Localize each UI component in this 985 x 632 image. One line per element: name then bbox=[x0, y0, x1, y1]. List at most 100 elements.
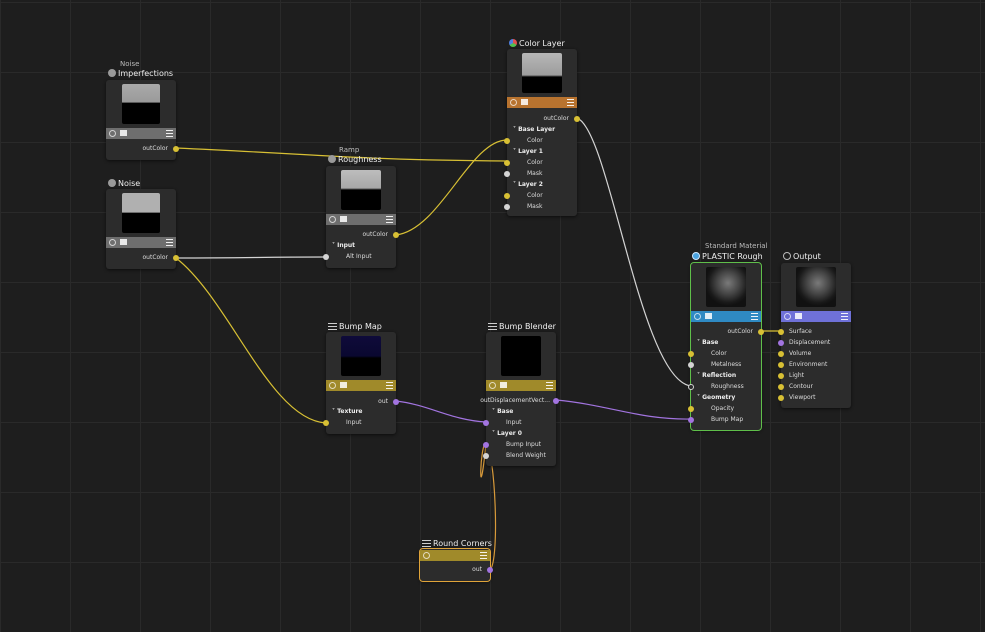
out-port-label: outColor bbox=[727, 328, 754, 335]
bump-map-title[interactable]: Bump Map bbox=[328, 322, 382, 331]
node-type-icon[interactable] bbox=[510, 99, 517, 106]
node-type-icon[interactable] bbox=[784, 313, 791, 320]
group-geometry[interactable]: ˅ Geometry bbox=[697, 394, 735, 401]
base-color-socket[interactable] bbox=[504, 138, 510, 144]
node-toolbar[interactable] bbox=[420, 550, 490, 561]
image-icon[interactable] bbox=[340, 382, 347, 388]
light-socket[interactable] bbox=[778, 373, 784, 379]
bump-input-socket[interactable] bbox=[483, 442, 489, 448]
image-icon[interactable] bbox=[120, 130, 127, 136]
image-icon[interactable] bbox=[500, 382, 507, 388]
plastic-rough-node[interactable]: outColor ˅ Base Color Metalness ˅ Reflec… bbox=[688, 262, 764, 431]
opacity-label: Opacity bbox=[711, 405, 735, 412]
round-corners-title[interactable]: Round Corners bbox=[422, 539, 492, 548]
alt-input-socket[interactable] bbox=[323, 254, 329, 260]
color-layer-node[interactable]: outColor ˅ Base Layer Color ˅ Layer 1 Co… bbox=[504, 49, 580, 216]
environment-socket[interactable] bbox=[778, 362, 784, 368]
out-socket[interactable] bbox=[173, 146, 179, 152]
bump-map-socket[interactable] bbox=[688, 417, 694, 423]
layer2-color-socket[interactable] bbox=[504, 193, 510, 199]
surface-socket[interactable] bbox=[778, 329, 784, 335]
contour-socket[interactable] bbox=[778, 384, 784, 390]
group-base[interactable]: ˅ Base bbox=[697, 339, 718, 346]
opacity-socket[interactable] bbox=[688, 406, 694, 412]
group-layer-2[interactable]: ˅ Layer 2 bbox=[513, 181, 543, 188]
node-toolbar[interactable] bbox=[781, 311, 851, 322]
noise-title[interactable]: Noise bbox=[108, 179, 140, 188]
bump-blender-node[interactable]: outDisplacementVect... ˅ Base Input ˅ La… bbox=[480, 332, 559, 466]
preview-thumbnail bbox=[522, 53, 562, 93]
plastic-title[interactable]: PLASTIC Rough bbox=[692, 252, 763, 261]
menu-icon[interactable] bbox=[751, 313, 758, 320]
input-socket[interactable] bbox=[483, 420, 489, 426]
bump-blender-title[interactable]: Bump Blender bbox=[488, 322, 556, 331]
out-socket[interactable] bbox=[487, 567, 493, 573]
noise-node[interactable]: outColor bbox=[106, 189, 179, 269]
imperfections-title[interactable]: Imperfections bbox=[108, 69, 173, 78]
node-type-icon[interactable] bbox=[423, 552, 430, 559]
out-socket[interactable] bbox=[393, 399, 399, 405]
image-icon[interactable] bbox=[120, 239, 127, 245]
metalness-socket[interactable] bbox=[688, 362, 694, 368]
image-icon[interactable] bbox=[705, 313, 712, 319]
layer2-mask-socket[interactable] bbox=[504, 204, 510, 210]
node-type-icon[interactable] bbox=[109, 130, 116, 137]
menu-icon[interactable] bbox=[567, 99, 574, 106]
preview-thumbnail bbox=[341, 170, 381, 210]
group-layer-1[interactable]: ˅ Layer 1 bbox=[513, 148, 543, 155]
node-toolbar[interactable] bbox=[691, 311, 761, 322]
out-socket[interactable] bbox=[173, 255, 179, 261]
out-socket[interactable] bbox=[758, 329, 764, 335]
node-type-icon[interactable] bbox=[694, 313, 701, 320]
node-type-icon[interactable] bbox=[329, 216, 336, 223]
roughness-socket[interactable] bbox=[688, 384, 694, 390]
group-input[interactable]: ˅ Input bbox=[332, 242, 355, 249]
roughness-title[interactable]: Roughness bbox=[328, 155, 382, 164]
menu-icon[interactable] bbox=[166, 130, 173, 137]
bump-map-node[interactable]: out ˅ Texture Input bbox=[323, 332, 399, 434]
node-toolbar[interactable] bbox=[507, 97, 577, 108]
volume-socket[interactable] bbox=[778, 351, 784, 357]
node-type-icon[interactable] bbox=[329, 382, 336, 389]
viewport-socket[interactable] bbox=[778, 395, 784, 401]
group-base[interactable]: ˅ Base bbox=[492, 408, 513, 415]
layer1-mask-socket[interactable] bbox=[504, 171, 510, 177]
input-socket[interactable] bbox=[323, 420, 329, 426]
menu-icon[interactable] bbox=[546, 382, 553, 389]
color-layer-title[interactable]: Color Layer bbox=[509, 39, 565, 48]
group-layer-0[interactable]: ˅ Layer 0 bbox=[492, 430, 522, 437]
layer1-color-socket[interactable] bbox=[504, 160, 510, 166]
out-socket[interactable] bbox=[553, 398, 559, 404]
imperfections-node[interactable]: outColor bbox=[106, 80, 179, 160]
group-reflection[interactable]: ˅ Reflection bbox=[697, 372, 736, 379]
node-toolbar[interactable] bbox=[486, 380, 556, 391]
node-toolbar[interactable] bbox=[106, 128, 176, 139]
image-icon[interactable] bbox=[521, 99, 528, 105]
menu-icon[interactable] bbox=[166, 239, 173, 246]
node-type-icon[interactable] bbox=[489, 382, 496, 389]
displacement-label: Displacement bbox=[789, 339, 831, 346]
node-toolbar[interactable] bbox=[326, 380, 396, 391]
menu-icon[interactable] bbox=[841, 313, 848, 320]
node-toolbar[interactable] bbox=[106, 237, 176, 248]
menu-icon[interactable] bbox=[386, 216, 393, 223]
round-corners-node[interactable]: out bbox=[419, 548, 493, 582]
out-socket[interactable] bbox=[393, 232, 399, 238]
image-icon[interactable] bbox=[340, 216, 347, 222]
out-socket[interactable] bbox=[574, 116, 580, 122]
menu-icon[interactable] bbox=[480, 552, 487, 559]
blend-weight-socket[interactable] bbox=[483, 453, 489, 459]
group-base-layer[interactable]: ˅ Base Layer bbox=[513, 126, 555, 133]
node-type-icon[interactable] bbox=[109, 239, 116, 246]
layer2-mask-label: Mask bbox=[527, 203, 543, 210]
node-toolbar[interactable] bbox=[326, 214, 396, 225]
output-node[interactable]: Surface Displacement Volume Environment … bbox=[778, 263, 851, 408]
preview-thumbnail bbox=[501, 336, 541, 376]
group-texture[interactable]: ˅ Texture bbox=[332, 408, 363, 415]
image-icon[interactable] bbox=[795, 313, 802, 319]
roughness-node[interactable]: outColor ˅ Input Alt Input bbox=[323, 166, 399, 268]
displacement-socket[interactable] bbox=[778, 340, 784, 346]
output-title[interactable]: Output bbox=[783, 252, 821, 261]
color-socket[interactable] bbox=[688, 351, 694, 357]
menu-icon[interactable] bbox=[386, 382, 393, 389]
